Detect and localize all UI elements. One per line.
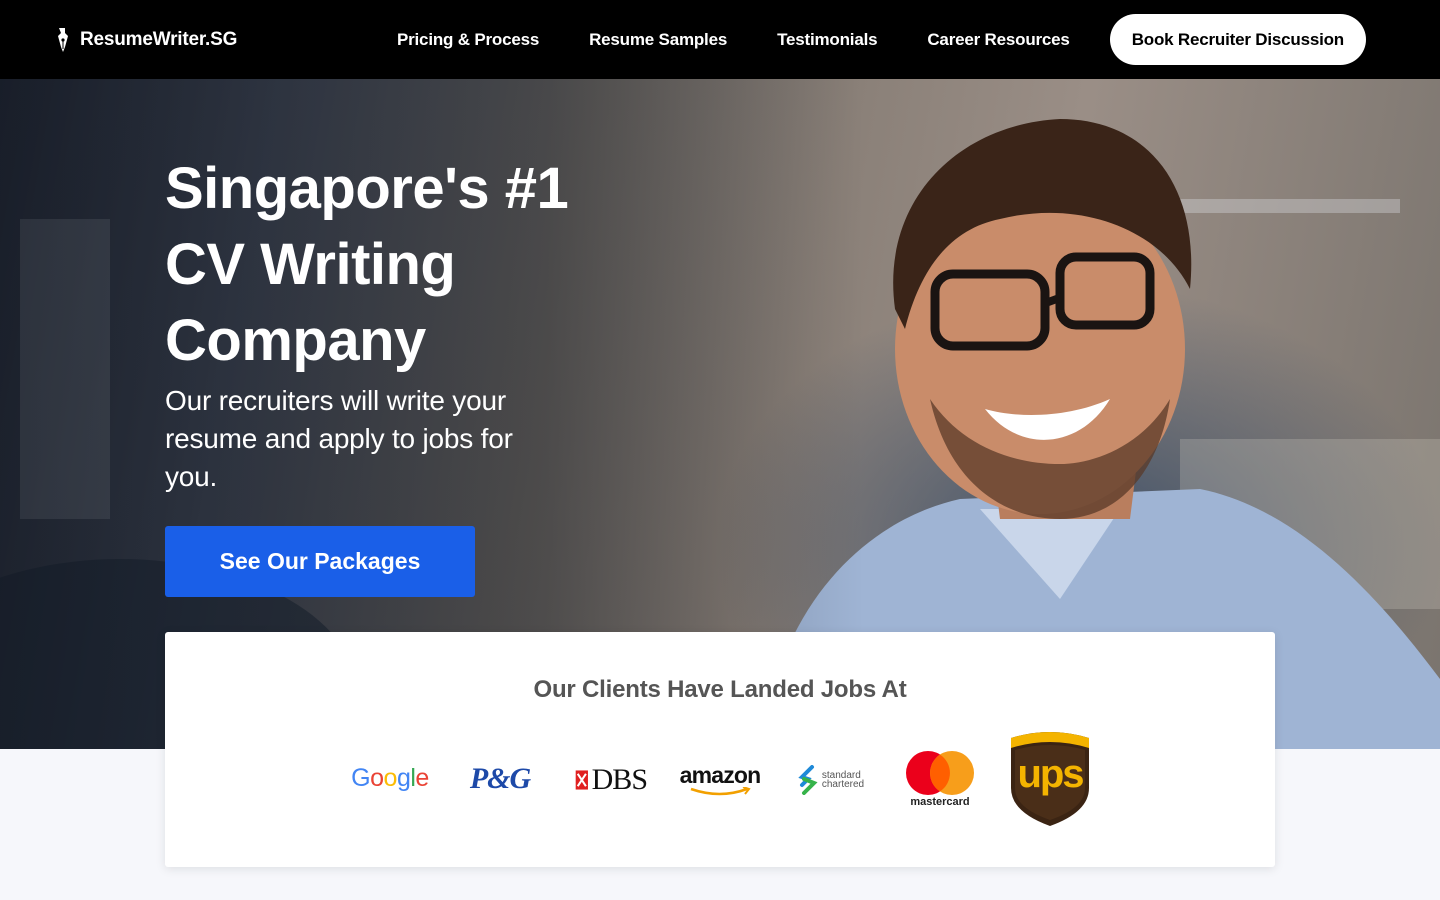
- amazon-smile-icon: [690, 787, 751, 796]
- amazon-label: amazon: [679, 762, 762, 788]
- mastercard-label: mastercard: [910, 796, 970, 808]
- amazon-logo: amazon: [677, 760, 763, 800]
- google-logo-icon: Google: [351, 764, 429, 792]
- pen-nib-icon: [58, 27, 68, 52]
- dbs-label: DBS: [591, 763, 648, 796]
- clients-logos-card: Our Clients Have Landed Jobs At Google G…: [165, 632, 1275, 867]
- clients-heading: Our Clients Have Landed Jobs At: [533, 676, 907, 703]
- mastercard-circles-icon: [906, 751, 974, 795]
- standard-chartered-logo: standard chartered: [793, 762, 869, 798]
- see-our-packages-button[interactable]: See Our Packages: [165, 526, 475, 597]
- standard-chartered-text: standard chartered: [821, 771, 865, 790]
- hero-title-line: CV Writing: [165, 232, 456, 297]
- top-navigation-bar: ResumeWriter.SG Pricing & Process Resume…: [0, 0, 1440, 79]
- hero-subtitle: Our recruiters will write your resume an…: [165, 385, 513, 492]
- ups-logo: ups: [1009, 730, 1091, 828]
- pg-logo: P&G: [465, 760, 535, 798]
- svg-text:Google: Google: [351, 764, 429, 792]
- nav-resume-samples[interactable]: Resume Samples: [589, 30, 727, 50]
- dbs-star-icon: [575, 770, 588, 790]
- google-logo: Google Google: [345, 760, 435, 796]
- hero-title-line: Singapore's #1: [165, 156, 569, 221]
- nav-pricing-process[interactable]: Pricing & Process: [397, 30, 539, 50]
- pg-label: P&G: [469, 762, 531, 795]
- nav-testimonials[interactable]: Testimonials: [777, 30, 877, 50]
- standard-chartered-mark-icon: [798, 765, 818, 795]
- brand-name: ResumeWriter.SG: [80, 28, 238, 50]
- standard-chartered-line2: chartered: [821, 779, 865, 790]
- ups-label: ups: [1017, 752, 1084, 796]
- hero-title-line: Company: [165, 308, 426, 373]
- book-recruiter-discussion-button[interactable]: Book Recruiter Discussion: [1109, 14, 1366, 65]
- brand-logo-link[interactable]: ResumeWriter.SG: [56, 27, 237, 53]
- hero-title: Singapore's #1 CV Writing Company: [165, 151, 635, 379]
- mastercard-logo: mastercard: [901, 748, 979, 810]
- nav-career-resources[interactable]: Career Resources: [927, 30, 1070, 50]
- dbs-logo: DBS: [575, 760, 648, 800]
- main-nav: Pricing & Process Resume Samples Testimo…: [397, 14, 1366, 65]
